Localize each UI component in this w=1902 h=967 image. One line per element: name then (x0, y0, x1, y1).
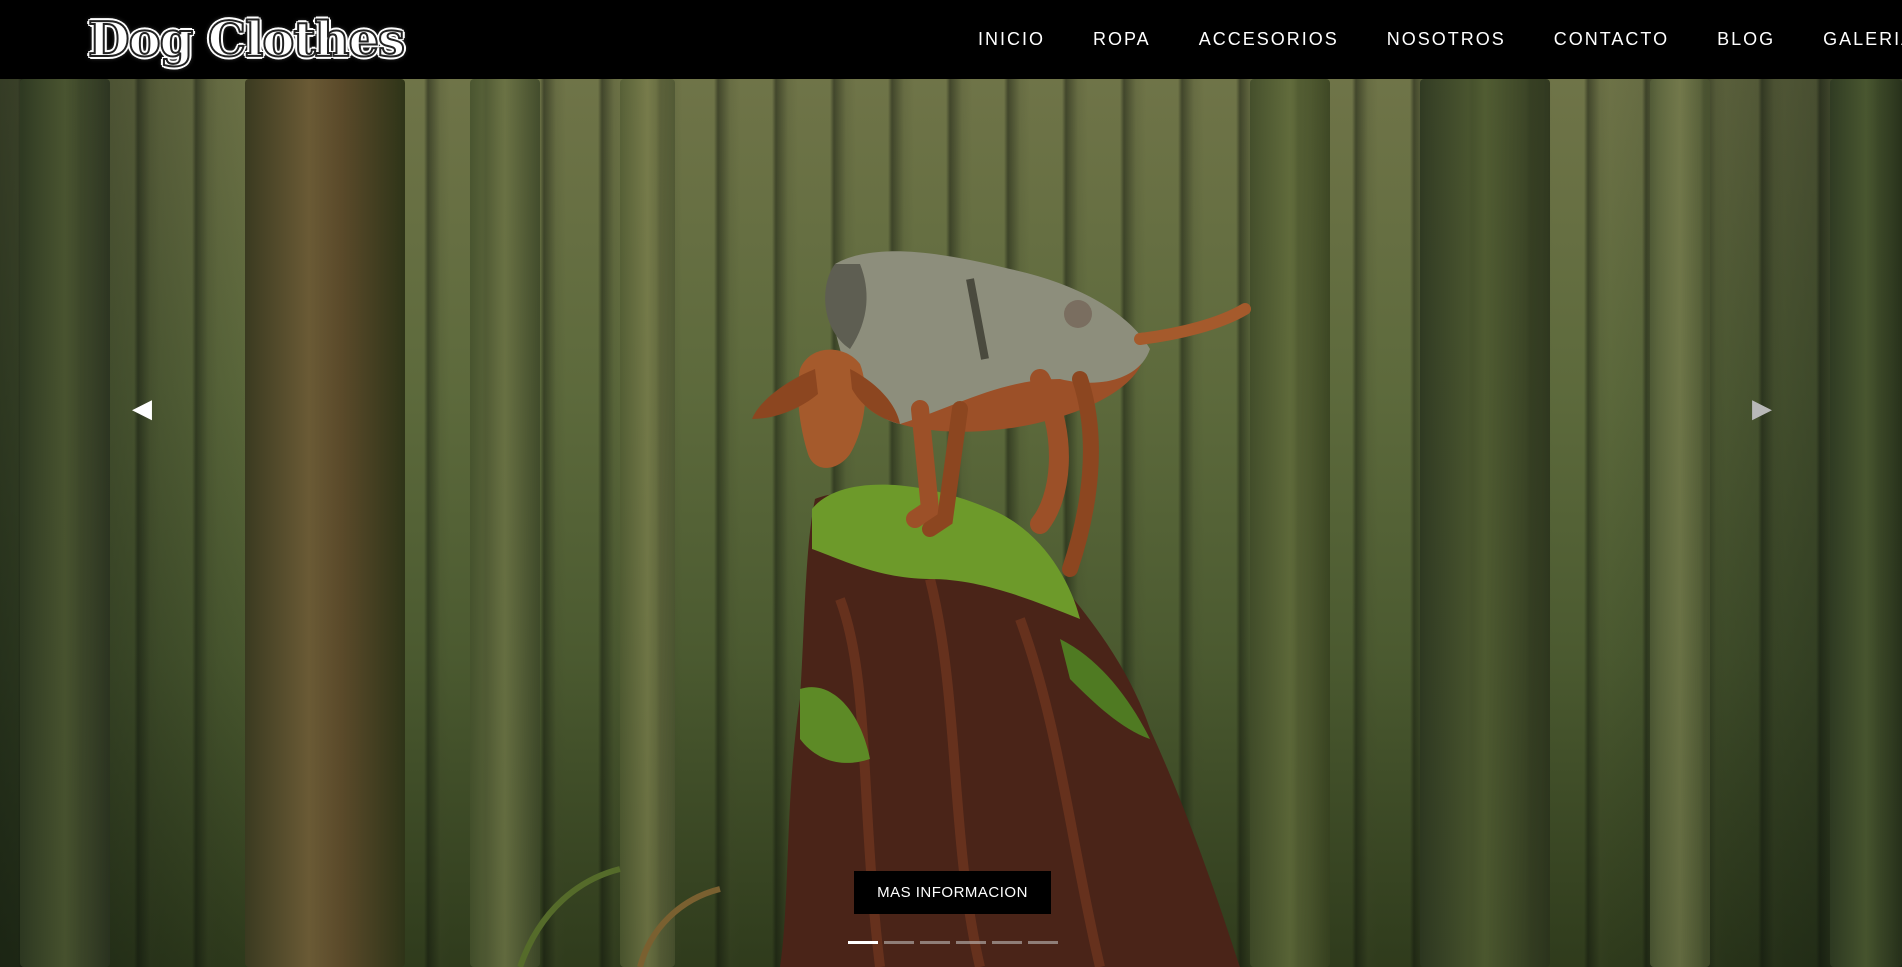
dog-tail (1134, 303, 1251, 345)
nav-item-ropa: ROPA (1093, 29, 1151, 50)
chevron-left-icon: ◀ (132, 394, 152, 424)
dog-leg (1030, 369, 1069, 534)
carousel-next-button[interactable]: ▶ (1742, 379, 1782, 439)
nav-link-contacto[interactable]: CONTACTO (1554, 29, 1669, 49)
nav-link-galeria[interactable]: GALERIA (1823, 29, 1902, 49)
nav-link-nosotros[interactable]: NOSOTROS (1387, 29, 1506, 49)
carousel-indicator[interactable] (992, 941, 1022, 944)
nav-link-accesorios[interactable]: ACCESORIOS (1199, 29, 1339, 49)
nav-item-nosotros: NOSOTROS (1387, 29, 1506, 50)
main-nav: INICIO ROPA ACCESORIOS NOSOTROS CONTACTO… (954, 0, 1902, 79)
carousel-indicator[interactable] (920, 941, 950, 944)
fern (517, 866, 621, 967)
hero-carousel: ◀ ▶ MAS INFORMACION (0, 79, 1902, 967)
nav-item-inicio: INICIO (978, 29, 1045, 50)
nav-item-galeria: GALERIA (1823, 29, 1902, 50)
dog-head (797, 349, 866, 468)
carousel-indicator[interactable] (1028, 941, 1058, 944)
nav-link-inicio[interactable]: INICIO (978, 29, 1045, 49)
nav-item-accesorios: ACCESORIOS (1199, 29, 1339, 50)
carousel-prev-button[interactable]: ◀ (122, 379, 162, 439)
more-info-button[interactable]: MAS INFORMACION (854, 871, 1051, 914)
brand-logo[interactable]: Dog Clothes (87, 10, 406, 70)
dog-scene-illustration (517, 251, 1251, 967)
fern (637, 886, 721, 967)
nav-item-contacto: CONTACTO (1554, 29, 1669, 50)
chevron-right-icon: ▶ (1752, 394, 1772, 424)
navbar: Dog Clothes INICIO ROPA ACCESORIOS NOSOT… (0, 0, 1902, 79)
carousel-indicator[interactable] (884, 941, 914, 944)
carousel-indicator[interactable] (956, 941, 986, 944)
nav-link-ropa[interactable]: ROPA (1093, 29, 1151, 49)
coat-logo (1064, 300, 1092, 328)
nav-item-blog: BLOG (1717, 29, 1775, 50)
carousel-indicators (848, 941, 1058, 944)
nav-link-blog[interactable]: BLOG (1717, 29, 1775, 49)
carousel-indicator[interactable] (848, 941, 878, 944)
